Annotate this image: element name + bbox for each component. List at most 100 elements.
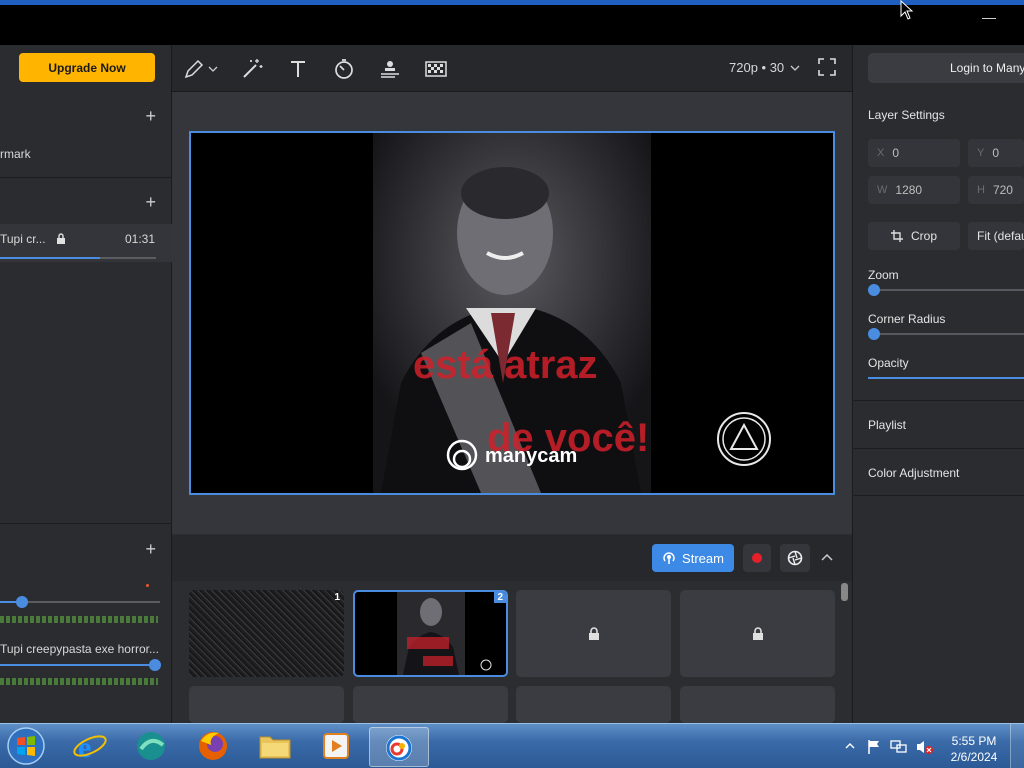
x-position-field[interactable]: X0 [868,139,960,167]
magic-wand-icon[interactable] [240,57,264,81]
add-audio-plus-icon[interactable]: + [145,540,156,558]
audio-slider-knob-2[interactable] [149,659,161,671]
h-key: H [977,184,985,196]
height-field[interactable]: H 720 [968,176,1024,204]
pencil-icon[interactable] [182,57,206,81]
record-dot-icon [752,553,762,563]
crop-button[interactable]: Crop [868,222,960,250]
media-progress [0,257,100,259]
tray-expand-chevron-icon[interactable] [845,742,855,750]
stream-label: Stream [682,550,724,566]
color-adjustment-section[interactable]: Color Adjustment [852,448,1024,496]
collapse-chevron-up-icon[interactable] [820,551,834,563]
minimize-button[interactable]: — [982,10,996,24]
y-value: 0 [992,146,1000,160]
fullscreen-icon[interactable] [818,58,836,76]
corner-radius-slider-knob[interactable] [868,328,880,340]
channel-logo-icon [717,412,771,466]
corner-radius-slider-track [874,333,1024,335]
zoom-label: Zoom [868,268,899,282]
crop-icon [890,230,903,242]
corner-radius-label: Corner Radius [868,312,946,326]
layer-settings-title: Layer Settings [868,108,945,122]
h-value: 720 [992,183,1013,197]
w-value: 1280 [895,183,923,197]
media-app-icon[interactable] [131,727,171,765]
scene-tile-5[interactable] [189,686,344,723]
title-bar [0,5,1024,45]
manycam-app-icon [386,735,412,761]
zoom-slider-track [874,289,1024,291]
main-preview[interactable]: está atraz de você! manycam [189,131,835,495]
internet-explorer-icon[interactable]: e [70,727,110,765]
snapshot-button[interactable] [780,544,810,572]
scene-tile-6[interactable] [353,686,508,723]
opacity-slider-track[interactable] [868,377,1024,379]
taskbar-clock[interactable]: 5:55 PM 2/6/2024 [944,733,1004,765]
scenes-scrollbar[interactable] [841,583,848,601]
preview-video-frame: está atraz de você! manycam [373,133,771,493]
fit-mode-select[interactable]: Fit (defau [968,222,1024,250]
clock-time: 5:55 PM [951,734,997,748]
y-position-field[interactable]: Y0 [968,139,1024,167]
y-key: Y [977,147,985,159]
audio-level-meter-2 [0,678,158,685]
volume-muted-icon[interactable] [915,739,933,755]
firefox-icon[interactable] [193,727,233,765]
color-adjustment-label: Color Adjustment [868,466,960,480]
manycam-taskbar-button[interactable] [369,727,429,767]
add-media-plus-icon[interactable]: + [145,193,156,211]
scene-tile-7[interactable] [516,686,671,723]
overlay-text-line-1: está atraz [413,343,598,387]
lock-icon [753,627,763,640]
playlist-label: Playlist [868,418,907,432]
audio-slider-knob[interactable] [16,596,28,608]
file-explorer-icon[interactable] [255,727,295,765]
audio-slider-track-2 [0,664,155,666]
lock-icon [589,627,599,640]
left-panel: + rmark + Tupi cr... 01:31 + Tupi creepy… [0,45,172,723]
login-button[interactable]: Login to Many [868,53,1024,83]
text-icon[interactable] [286,57,310,81]
playlist-section[interactable]: Playlist [852,400,1024,448]
fit-label: Fit (defau [977,229,1024,243]
scene-tile-2[interactable]: 2 [353,590,508,677]
opacity-label: Opacity [868,356,909,370]
scene-tile-3-locked[interactable] [516,590,671,677]
scene-tile-1[interactable]: 1 [189,590,344,677]
pencil-chevron-down-icon[interactable] [208,65,218,73]
action-center-flag-icon[interactable] [866,739,882,755]
upgrade-now-button[interactable]: Upgrade Now [19,53,155,82]
chroma-key-icon[interactable] [424,57,448,81]
width-field[interactable]: W 1280 [868,176,960,204]
resolution-selector[interactable]: 720p • 30 [729,60,800,75]
media-player-icon[interactable] [316,727,356,765]
lower-third-icon[interactable] [378,57,402,81]
svg-text:e: e [78,731,91,764]
crop-label: Crop [910,229,937,243]
record-button[interactable] [743,544,771,572]
media-duration: 01:31 [125,232,156,246]
w-key: W [877,184,888,196]
show-desktop-button[interactable] [1010,724,1024,768]
clock-date: 2/6/2024 [950,750,998,764]
aperture-icon [787,550,803,566]
mouse-cursor-icon [900,0,914,20]
stream-button[interactable]: Stream [652,544,734,572]
source-item-label[interactable]: rmark [0,147,31,161]
resolution-chevron-down-icon [790,65,800,71]
scene-tile-4-locked[interactable] [680,590,835,677]
x-key: X [877,147,885,159]
scene-tile-8[interactable] [680,686,835,723]
timer-icon[interactable] [332,57,356,81]
resolution-label: 720p • 30 [729,60,785,75]
network-icon[interactable] [890,739,908,755]
add-source-plus-icon[interactable]: + [145,107,156,125]
manycam-watermark: manycam [485,445,577,467]
start-button-icon[interactable] [6,726,46,766]
audio-source-label[interactable]: Tupi creepypasta exe horror... [0,642,160,656]
media-list-item[interactable]: Tupi cr... 01:31 [0,224,172,262]
zoom-slider-knob[interactable] [868,284,880,296]
media-item-label: Tupi cr... [0,232,46,246]
x-value: 0 [892,146,900,160]
